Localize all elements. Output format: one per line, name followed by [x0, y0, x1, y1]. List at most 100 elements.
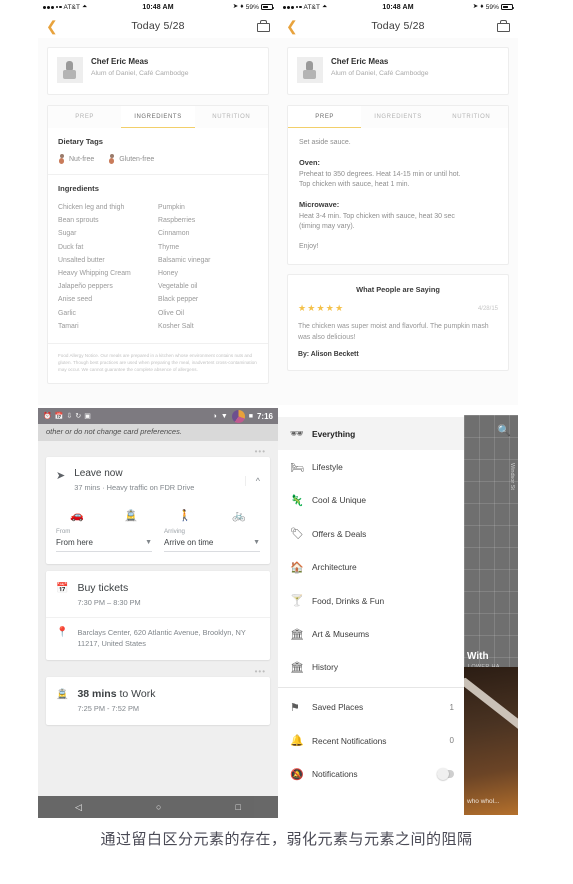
chef-name: Chef Eric Meas [331, 57, 389, 66]
navigation-arrow-icon: ➤ [56, 470, 66, 482]
list-item: Anise seed [58, 296, 93, 304]
photo-card[interactable]: With who whol... [464, 651, 518, 815]
photo-streak [464, 677, 518, 733]
menu-item-saved-places[interactable]: ⚑ Saved Places 1 [278, 691, 464, 724]
menu-item-label: Notifications [312, 769, 358, 780]
chevron-left-icon[interactable]: ❮ [286, 19, 298, 33]
list-item: Black pepper [158, 296, 199, 304]
battery-percent: 59% [485, 3, 499, 11]
tag-label: Nut-free [69, 155, 95, 163]
notification-strip[interactable]: other or do not change card preferences. [38, 424, 278, 441]
arriving-field[interactable]: Arriving Arrive on time ▼ [164, 528, 260, 552]
status-icons-left: ⏰ 📅 ⇩ ↻ ▣ [43, 412, 91, 420]
menu-item-offers-deals[interactable]: 🏷 Offers & Deals [278, 517, 464, 550]
chef-card[interactable]: Chef Eric Meas Alum of Daniel, Café Camb… [47, 47, 269, 95]
tab-prep[interactable]: PREP [288, 106, 362, 128]
tab-nutrition[interactable]: NUTRITION [195, 106, 268, 128]
photo-title: With [467, 651, 489, 662]
menu-item-food-drinks-fun[interactable]: 🍸 Food, Drinks & Fun [278, 584, 464, 617]
review-author: By: Alison Beckett [298, 351, 359, 359]
tab-nutrition[interactable]: NUTRITION [435, 106, 508, 128]
commute-title: 38 mins to Work [77, 688, 155, 700]
menu-item-label: Saved Places [312, 702, 364, 713]
location-icon: ➤ [232, 2, 239, 10]
avatar [231, 409, 245, 423]
overflow-dots-icon[interactable]: ••• [46, 667, 270, 677]
wheat-icon [108, 154, 115, 164]
search-icon[interactable]: 🔍 [497, 424, 511, 437]
leave-now-card[interactable]: ➤ Leave now 37 mins · Heavy traffic on F… [46, 457, 270, 564]
menu-item-label: Food, Drinks & Fun [312, 595, 385, 606]
phone-panel-prep: AT&T ⏶ 10:48 AM ➤ ♦ 59% ❮ Today 5/28 Che… [278, 0, 518, 405]
phone-panel-maps: ⏰ 📅 ⇩ ↻ ▣ ◑ ▼ ■ 7:16 other or do not cha… [38, 408, 278, 818]
from-field[interactable]: From From here ▼ [56, 528, 152, 552]
notifications-toggle[interactable] [437, 768, 454, 781]
drive-mode-button[interactable]: 🚗 [50, 509, 104, 522]
chevron-up-icon[interactable]: ^ [244, 475, 260, 486]
menu-item-recent-notifications[interactable]: 🔔 Recent Notifications 0 [278, 724, 464, 757]
figure-caption: 通过留白区分元素的存在，弱化元素与元素之间的阻隔 [100, 830, 473, 848]
carrier-label: AT&T [63, 3, 81, 11]
menu-item-architecture[interactable]: 🏠 Architecture [278, 551, 464, 584]
chevron-down-icon[interactable]: ▼ [145, 539, 152, 546]
overflow-dots-icon[interactable]: ••• [46, 447, 270, 457]
transit-mode-button[interactable]: 🚊 [104, 509, 158, 522]
menu-item-everything[interactable]: 🕶 Everything [278, 417, 464, 451]
tab-prep[interactable]: PREP [48, 106, 121, 128]
buy-tickets-card[interactable]: 📅 Buy tickets 7:30 PM – 8:30 PM 📍 Barcla… [46, 570, 270, 660]
tickets-time: 7:30 PM – 8:30 PM [77, 597, 141, 607]
recents-button[interactable]: □ [236, 802, 241, 812]
notification-text: other or do not change card preferences. [46, 427, 182, 436]
back-button[interactable]: ◁ [75, 802, 82, 813]
tab-ingredients[interactable]: INGREDIENTS [361, 106, 434, 128]
home-button[interactable]: ○ [156, 802, 161, 812]
drink-icon: 🍸 [290, 595, 304, 608]
list-item: Jalapeño peppers [58, 283, 113, 291]
list-item: Heavy Whipping Cream [58, 270, 131, 278]
bell-icon: 🔔 [290, 735, 304, 748]
chevron-down-icon[interactable]: ▼ [253, 539, 260, 546]
menu-item-history[interactable]: 🏛 History [278, 651, 464, 684]
shopping-bag-icon[interactable] [257, 20, 270, 32]
ios-status-bar: AT&T ⏶ 10:48 AM ➤ ♦ 59% [38, 0, 278, 14]
nut-icon [58, 154, 65, 164]
chef-avatar [297, 57, 323, 83]
battery-icon [501, 4, 514, 10]
signal-dots-icon [43, 5, 62, 9]
chef-card[interactable]: Chef Eric Meas Alum of Daniel, Café Camb… [287, 47, 509, 95]
menu-item-cool-unique[interactable]: 🦎 Cool & Unique [278, 484, 464, 517]
menu-item-notifications-toggle[interactable]: 🔕 Notifications [278, 758, 464, 791]
page-title: Today 5/28 [131, 20, 185, 32]
oven-heading: Oven: [299, 157, 320, 167]
menu-item-art-museums[interactable]: 🏛 Art & Museums [278, 617, 464, 650]
chevron-left-icon[interactable]: ❮ [46, 19, 58, 33]
chef-name: Chef Eric Meas [91, 57, 149, 66]
bike-mode-button[interactable]: 🚲 [212, 509, 266, 522]
battery-icon [261, 4, 274, 10]
map-pin-icon: 📍 [56, 626, 69, 638]
list-item: Unsalted butter [58, 256, 105, 264]
prep-outro: Enjoy! [299, 242, 319, 250]
battery-saver-icon: ◑ [212, 412, 217, 420]
screenshot-board: AT&T ⏶ 10:48 AM ➤ ♦ 59% ❮ Today 5/28 Che… [0, 0, 573, 818]
commute-card[interactable]: 🚊 38 mins to Work 7:25 PM - 7:52 PM [46, 676, 270, 725]
commute-time: 7:25 PM - 7:52 PM [77, 703, 140, 713]
chef-avatar [57, 57, 83, 83]
menu-divider [278, 687, 464, 688]
list-item: Balsamic vinegar [158, 256, 211, 264]
shopping-bag-icon[interactable] [497, 20, 510, 32]
menu-item-lifestyle[interactable]: 🛏 Lifestyle [278, 450, 464, 483]
walk-mode-button[interactable]: 🚶 [158, 509, 212, 522]
bluetooth-icon: ♦ [480, 2, 484, 10]
chef-subtitle: Alum of Daniel, Café Cambodge [91, 70, 189, 77]
train-icon: 🚊 [56, 688, 69, 700]
screenshot-icon: ▣ [84, 413, 91, 420]
statue-icon: 🏛 [290, 628, 304, 641]
from-label: From [56, 527, 71, 535]
nav-bar: ❮ Today 5/28 [38, 14, 278, 38]
tab-ingredients[interactable]: INGREDIENTS [121, 106, 195, 128]
map-background[interactable]: 🔍 Windsor St LOWER HA With who whol... [464, 415, 518, 815]
sofa-icon: 🛏 [290, 461, 304, 474]
maps-content: ••• ➤ Leave now 37 mins · Heavy traffic … [38, 441, 278, 725]
street-label: Windsor St [509, 463, 515, 490]
